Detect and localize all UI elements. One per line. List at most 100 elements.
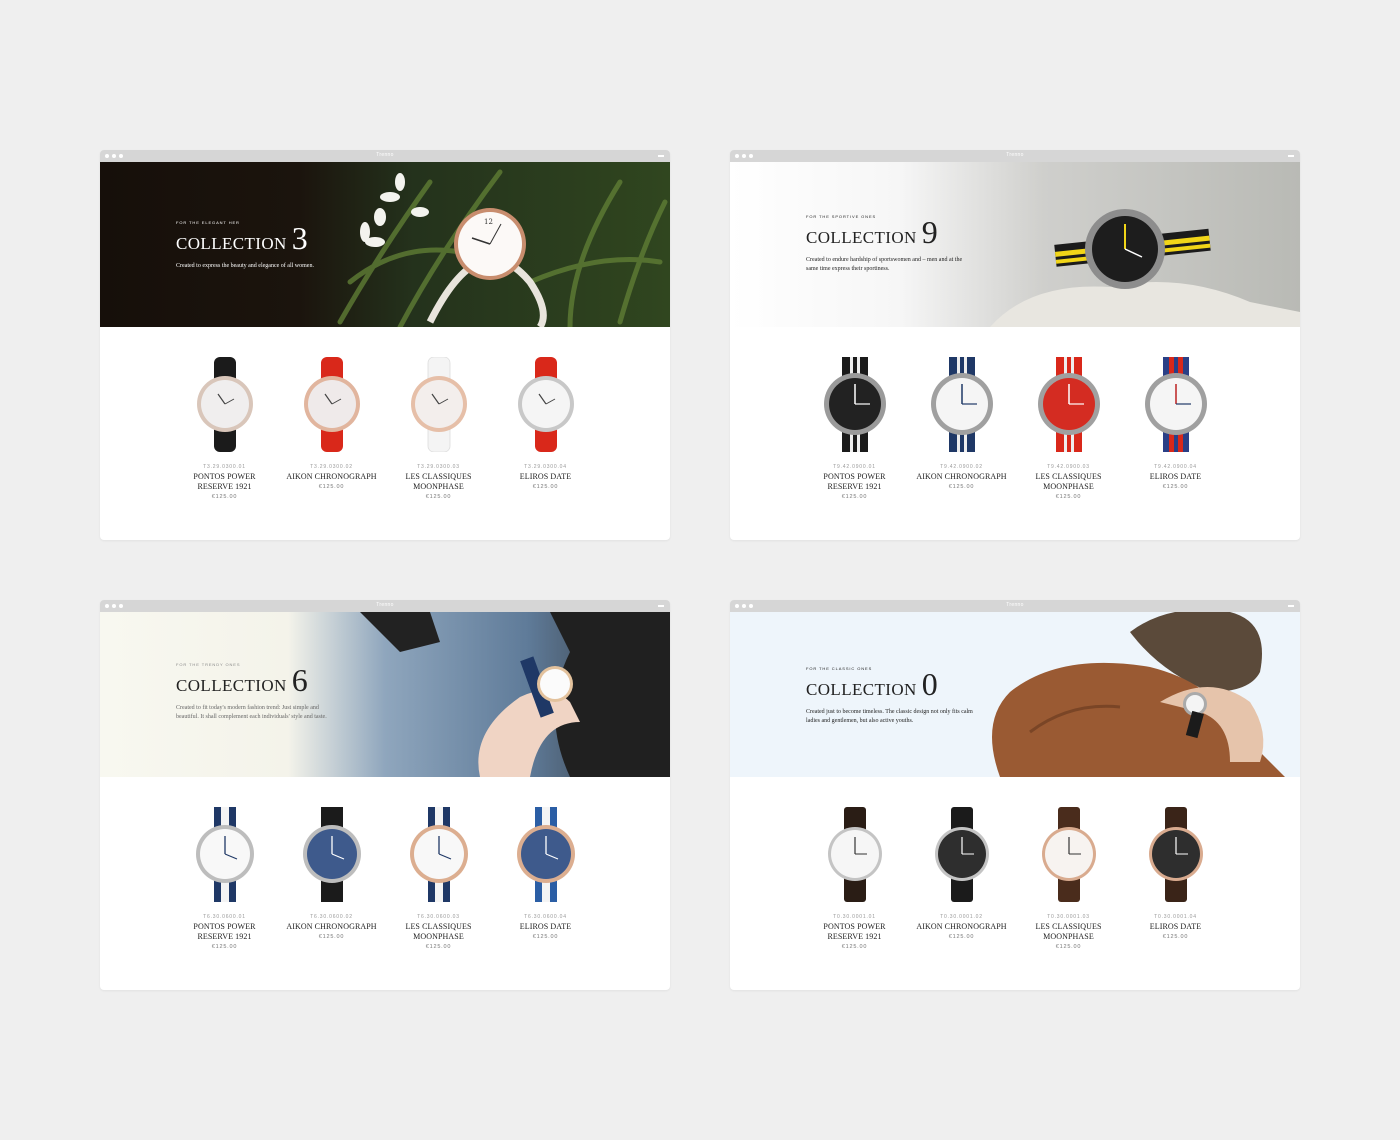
product-price: €125.00	[532, 934, 559, 940]
hero-banner: FOR THE CLASSIC ONES COLLECTION 0 Create…	[730, 612, 1300, 777]
product-card[interactable]: T9.42.0900.04 ELIROS DATE €125.00	[1122, 327, 1229, 490]
watch-icon	[1148, 807, 1203, 902]
window-titlebar: Trenno	[100, 150, 670, 162]
product-sku: T6.30.0600.03	[417, 914, 460, 920]
product-sku: T3.29.0300.04	[524, 464, 567, 470]
hero-collection-number: 0	[921, 666, 938, 702]
watch-icon	[302, 807, 361, 902]
product-name[interactable]: PONTOS POWER RESERVE 1921	[171, 472, 278, 492]
window-title: Trenno	[1006, 602, 1024, 608]
product-card[interactable]: T6.30.0600.03 LES CLASSIQUES MOONPHASE €1…	[385, 777, 492, 950]
product-sku: T9.42.0900.03	[1047, 464, 1090, 470]
watch-icon	[409, 807, 468, 902]
product-price: €125.00	[948, 934, 975, 940]
watch-icon	[410, 357, 467, 452]
product-name[interactable]: AIKON CHRONOGRAPH	[908, 922, 1015, 932]
watch-icon	[516, 807, 575, 902]
minimize-icon[interactable]	[658, 605, 664, 607]
window-titlebar: Trenno	[730, 150, 1300, 162]
product-sku: T3.29.0300.03	[417, 464, 460, 470]
product-name-line-1: AIKON CHRONOGRAPH	[916, 922, 1007, 931]
product-price: €125.00	[425, 494, 452, 500]
product-card[interactable]: T0.30.0001.04 ELIROS DATE €125.00	[1122, 777, 1229, 940]
product-sku: T6.30.0600.04	[524, 914, 567, 920]
product-name[interactable]: PONTOS POWER RESERVE 1921	[171, 922, 278, 942]
watch-icon	[827, 807, 882, 902]
product-card[interactable]: T6.30.0600.01 PONTOS POWER RESERVE 1921 €…	[171, 777, 278, 950]
product-sku: T9.42.0900.02	[940, 464, 983, 470]
product-name[interactable]: LES CLASSIQUES MOONPHASE	[385, 472, 492, 492]
collection-9-window: Trenno FOR THE SPORTIVE ONES COLLECTION …	[730, 150, 1300, 540]
hero-collection-number: 6	[291, 662, 308, 698]
product-card[interactable]: T0.30.0001.03 LES CLASSIQUES MOONPHASE €1…	[1015, 777, 1122, 950]
product-name-line-1: ELIROS DATE	[519, 922, 572, 931]
product-card[interactable]: T0.30.0001.01 PONTOS POWER RESERVE 1921 €…	[801, 777, 908, 950]
hero-banner: FOR THE TRENDY ONES COLLECTION 6 Created…	[100, 612, 670, 777]
hero-kicker: FOR THE SPORTIVE ONES	[806, 214, 877, 219]
product-name[interactable]: ELIROS DATE	[1122, 922, 1229, 932]
product-name[interactable]: ELIROS DATE	[1122, 472, 1229, 482]
product-card[interactable]: T3.29.0300.01 PONTOS POWER RESERVE 1921 €…	[171, 327, 278, 500]
product-name-line-2: MOONPHASE	[413, 932, 464, 941]
product-price: €125.00	[841, 944, 868, 950]
hero-title-word: COLLECTION	[176, 676, 287, 695]
product-grid: T9.42.0900.01 PONTOS POWER RESERVE 1921 €…	[730, 327, 1300, 540]
hero-title: COLLECTION 3	[176, 222, 366, 254]
hero-kicker: FOR THE CLASSIC ONES	[806, 666, 873, 671]
product-card[interactable]: T0.30.0001.02 AIKON CHRONOGRAPH €125.00	[908, 777, 1015, 940]
watch-icon	[934, 807, 989, 902]
hero-title-word: COLLECTION	[806, 680, 917, 699]
product-name-line-1: ELIROS DATE	[1149, 922, 1202, 931]
product-card[interactable]: T3.29.0300.03 LES CLASSIQUES MOONPHASE €1…	[385, 327, 492, 500]
hero-title-word: COLLECTION	[806, 228, 917, 247]
product-card[interactable]: T6.30.0600.02 AIKON CHRONOGRAPH €125.00	[278, 777, 385, 940]
product-sku: T9.42.0900.04	[1154, 464, 1197, 470]
product-price: €125.00	[841, 494, 868, 500]
hero-text: FOR THE TRENDY ONES COLLECTION 6 Created…	[176, 662, 341, 722]
product-grid: T6.30.0600.01 PONTOS POWER RESERVE 1921 €…	[100, 777, 670, 990]
product-name[interactable]: ELIROS DATE	[492, 472, 599, 482]
product-card[interactable]: T9.42.0900.01 PONTOS POWER RESERVE 1921 €…	[801, 327, 908, 500]
hero-description: Created just to become timeless. The cla…	[806, 709, 973, 724]
product-name[interactable]: AIKON CHRONOGRAPH	[278, 922, 385, 932]
product-name[interactable]: LES CLASSIQUES MOONPHASE	[1015, 472, 1122, 492]
product-sku: T0.30.0001.03	[1047, 914, 1090, 920]
watch-icon	[196, 357, 253, 452]
window-title: Trenno	[376, 152, 394, 158]
minimize-icon[interactable]	[658, 155, 664, 157]
product-card[interactable]: T6.30.0600.04 ELIROS DATE €125.00	[492, 777, 599, 940]
product-sku: T3.29.0300.02	[310, 464, 353, 470]
product-sku: T0.30.0001.01	[833, 914, 876, 920]
product-card[interactable]: T9.42.0900.02 AIKON CHRONOGRAPH €125.00	[908, 327, 1015, 490]
minimize-icon[interactable]	[1288, 605, 1294, 607]
product-name-line-1: LES CLASSIQUES	[405, 922, 472, 931]
hero-title-word: COLLECTION	[176, 234, 287, 253]
product-name-line-1: AIKON CHRONOGRAPH	[916, 472, 1007, 481]
product-name[interactable]: LES CLASSIQUES MOONPHASE	[385, 922, 492, 942]
product-name-line-1: AIKON CHRONOGRAPH	[286, 922, 377, 931]
product-price: €125.00	[948, 484, 975, 490]
product-name[interactable]: PONTOS POWER RESERVE 1921	[801, 922, 908, 942]
minimize-icon[interactable]	[1288, 155, 1294, 157]
product-card[interactable]: T3.29.0300.04 ELIROS DATE €125.00	[492, 327, 599, 490]
product-card[interactable]: T3.29.0300.02 AIKON CHRONOGRAPH €125.00	[278, 327, 385, 490]
product-price: €125.00	[425, 944, 452, 950]
svg-text:12: 12	[484, 218, 493, 226]
product-name-line-2: RESERVE 1921	[197, 482, 252, 491]
product-name-line-2: RESERVE 1921	[827, 932, 882, 941]
hero-title: COLLECTION 6	[176, 662, 341, 698]
product-name[interactable]: ELIROS DATE	[492, 922, 599, 932]
product-name[interactable]: LES CLASSIQUES MOONPHASE	[1015, 922, 1122, 942]
product-sku: T0.30.0001.02	[940, 914, 983, 920]
product-name[interactable]: AIKON CHRONOGRAPH	[908, 472, 1015, 482]
product-name-line-1: PONTOS POWER	[823, 472, 886, 481]
product-name-line-2: RESERVE 1921	[827, 482, 882, 491]
product-name-line-1: LES CLASSIQUES	[1035, 922, 1102, 931]
product-name[interactable]: AIKON CHRONOGRAPH	[278, 472, 385, 482]
product-price: €125.00	[1055, 944, 1082, 950]
hero-banner: FOR THE SPORTIVE ONES COLLECTION 9 Creat…	[730, 162, 1300, 327]
product-name[interactable]: PONTOS POWER RESERVE 1921	[801, 472, 908, 492]
watch-icon	[303, 357, 360, 452]
hero-title: COLLECTION 0	[806, 666, 976, 702]
product-card[interactable]: T9.42.0900.03 LES CLASSIQUES MOONPHASE €1…	[1015, 327, 1122, 500]
